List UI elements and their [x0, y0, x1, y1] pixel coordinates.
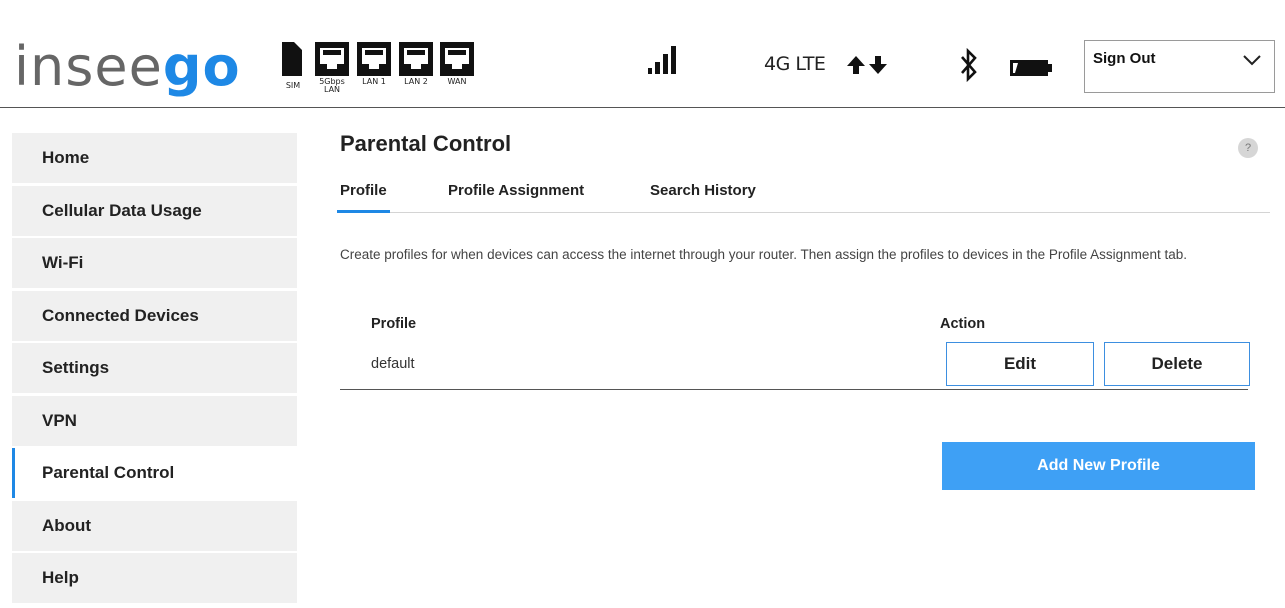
port-lan-2: LAN 2: [399, 42, 435, 86]
top-header: inseego SIM 5Gbps LAN LAN 1 LAN 2 WAN 4G…: [0, 0, 1285, 108]
sim-card-icon: [282, 42, 302, 76]
sidebar-item-cellular-data-usage[interactable]: Cellular Data Usage: [12, 185, 297, 236]
port-caption: 5Gbps LAN: [319, 77, 345, 94]
port-caption: LAN 2: [404, 77, 428, 86]
logo-text-part1: insee: [14, 35, 163, 98]
ethernet-port-icon: [357, 42, 391, 76]
sidebar-item-settings[interactable]: Settings: [12, 343, 297, 393]
page-description: Create profiles for when devices can acc…: [340, 247, 1187, 262]
chevron-down-icon: [1243, 55, 1261, 66]
network-type-label: 4G LTE: [764, 53, 826, 75]
port-lan-1: LAN 1: [357, 42, 393, 86]
data-transfer-arrows-icon: [847, 56, 887, 74]
port-caption: LAN 1: [362, 77, 386, 86]
sidebar-item-label: Settings: [42, 358, 110, 377]
add-new-profile-button[interactable]: Add New Profile: [942, 442, 1255, 490]
port-caption: WAN: [447, 77, 467, 86]
battery-icon: [1010, 60, 1052, 76]
sidebar-item-label: About: [42, 515, 92, 535]
ethernet-port-icon: [399, 42, 433, 76]
sign-out-dropdown[interactable]: Sign Out: [1084, 40, 1275, 93]
sidebar-item-label: Parental Control: [42, 463, 175, 482]
profile-name-cell: default: [371, 356, 415, 372]
tab-search-history[interactable]: Search History: [650, 182, 756, 199]
column-header-profile: Profile: [371, 316, 417, 332]
sidebar-item-vpn[interactable]: VPN: [12, 395, 297, 446]
sign-out-label: Sign Out: [1093, 50, 1156, 67]
edit-button[interactable]: Edit: [946, 342, 1094, 386]
tab-bar: Profile Profile Assignment Search Histor…: [337, 182, 1270, 213]
bluetooth-icon: [961, 48, 977, 82]
delete-button[interactable]: Delete: [1104, 342, 1250, 386]
sim-status: SIM: [280, 42, 306, 90]
sidebar-item-connected-devices[interactable]: Connected Devices: [12, 290, 297, 341]
port-wan: WAN: [440, 42, 476, 86]
page-title: Parental Control: [340, 131, 512, 156]
tab-profile[interactable]: Profile: [337, 182, 390, 213]
tab-profile-assignment[interactable]: Profile Assignment: [448, 182, 584, 199]
sidebar-item-parental-control[interactable]: Parental Control: [12, 448, 297, 498]
sidebar-item-label: Connected Devices: [42, 305, 199, 325]
port-5gbps-lan: 5Gbps LAN: [315, 42, 351, 94]
sidebar-item-label: Wi-Fi: [42, 253, 84, 272]
profile-table: Profile Action default Edit Delete: [340, 316, 1250, 390]
ethernet-port-icon: [315, 42, 349, 76]
sidebar-item-home[interactable]: Home: [12, 133, 297, 183]
sidebar-item-label: Help: [42, 568, 79, 587]
column-header-action: Action: [940, 316, 986, 332]
logo-text-part2: go: [162, 35, 241, 98]
sim-caption: SIM: [285, 81, 301, 90]
sidebar-item-about[interactable]: About: [12, 500, 297, 551]
sidebar-item-wifi[interactable]: Wi-Fi: [12, 238, 297, 288]
ethernet-port-icon: [440, 42, 474, 76]
help-icon[interactable]: ?: [1238, 138, 1258, 158]
sidebar-item-label: Cellular Data Usage: [42, 200, 202, 220]
sidebar-nav: Home Cellular Data Usage Wi-Fi Connected…: [12, 133, 297, 606]
sidebar-item-label: VPN: [42, 410, 77, 430]
signal-bars-icon: [648, 46, 676, 74]
inseego-logo: inseego: [14, 40, 241, 94]
sidebar-item-label: Home: [42, 148, 90, 167]
sidebar-item-help[interactable]: Help: [12, 553, 297, 603]
